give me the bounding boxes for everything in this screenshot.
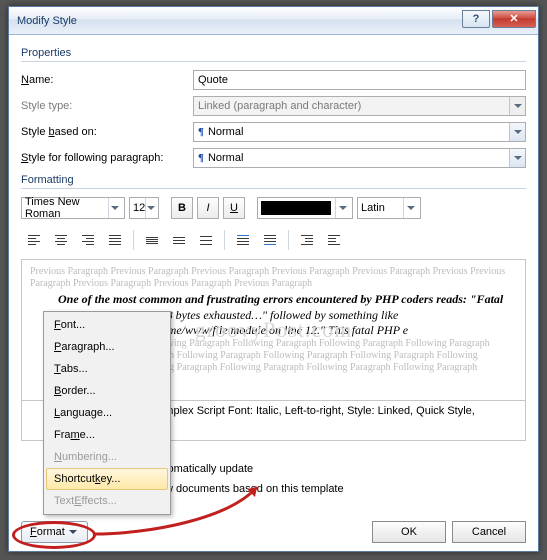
based-on-value: Normal xyxy=(208,126,243,138)
following-combo[interactable]: ¶Normal xyxy=(193,148,526,168)
menu-frame[interactable]: Frame... xyxy=(46,424,168,446)
menu-border[interactable]: Border... xyxy=(46,380,168,402)
line-spacing-2-icon[interactable] xyxy=(193,229,219,251)
indent-increase-icon[interactable] xyxy=(321,229,347,251)
chevron-down-icon xyxy=(69,530,77,534)
window-title: Modify Style xyxy=(17,15,458,27)
preview-prev-text: Previous Paragraph Previous Paragraph Pr… xyxy=(30,266,517,290)
menu-text-effects: Text Effects... xyxy=(46,490,168,512)
menu-tabs[interactable]: Tabs... xyxy=(46,358,168,380)
paragraph-toolbar xyxy=(21,227,526,253)
italic-button[interactable]: I xyxy=(197,197,219,219)
based-on-combo[interactable]: ¶Normal xyxy=(193,122,526,142)
formatting-group-label: Formatting xyxy=(21,174,526,186)
new-documents-radio[interactable]: New documents based on this template xyxy=(151,483,344,495)
font-color-combo[interactable] xyxy=(257,197,353,219)
style-type-label: Style type: xyxy=(21,100,193,112)
align-left-icon[interactable] xyxy=(21,229,47,251)
menu-shortcut-key[interactable]: Shortcut key... xyxy=(46,468,168,490)
chevron-down-icon xyxy=(509,123,525,141)
underline-button[interactable]: U xyxy=(223,197,245,219)
align-justify-icon[interactable] xyxy=(102,229,128,251)
menu-numbering: Numbering... xyxy=(46,446,168,468)
line-spacing-15-icon[interactable] xyxy=(166,229,192,251)
align-right-icon[interactable] xyxy=(75,229,101,251)
preview-sample-1: One of the most common and frustrating e… xyxy=(30,292,517,306)
line-spacing-1-icon[interactable] xyxy=(139,229,165,251)
align-center-icon[interactable] xyxy=(48,229,74,251)
space-before-dec-icon[interactable] xyxy=(257,229,283,251)
language-combo[interactable]: Latin xyxy=(357,197,421,219)
following-label: Style for following paragraph: xyxy=(21,152,193,164)
following-value: Normal xyxy=(208,152,243,164)
properties-group-label: Properties xyxy=(21,47,526,59)
indent-decrease-icon[interactable] xyxy=(294,229,320,251)
close-button[interactable]: ✕ xyxy=(492,10,536,28)
bold-button[interactable]: B xyxy=(171,197,193,219)
help-button[interactable]: ? xyxy=(462,10,490,28)
space-before-inc-icon[interactable] xyxy=(230,229,256,251)
format-menu: Font... Paragraph... Tabs... Border... L… xyxy=(43,311,171,515)
font-size-combo[interactable]: 12 xyxy=(129,197,159,219)
format-button[interactable]: Format xyxy=(21,521,88,543)
formatting-toolbar: Times New Roman 12 B I U Latin xyxy=(21,197,526,219)
ok-button[interactable]: OK xyxy=(372,521,446,543)
cancel-button[interactable]: Cancel xyxy=(452,521,526,543)
menu-language[interactable]: Language... xyxy=(46,402,168,424)
name-input[interactable] xyxy=(193,70,526,90)
chevron-down-icon xyxy=(509,149,525,167)
font-family-combo[interactable]: Times New Roman xyxy=(21,197,125,219)
style-type-combo: Linked (paragraph and character) xyxy=(193,96,526,116)
modify-style-dialog: Modify Style ? ✕ Properties Name: Style … xyxy=(8,6,539,552)
name-label: Name: xyxy=(21,74,193,86)
menu-paragraph[interactable]: Paragraph... xyxy=(46,336,168,358)
menu-font[interactable]: Font... xyxy=(46,314,168,336)
based-on-label: Style based on: xyxy=(21,126,193,138)
style-type-value: Linked (paragraph and character) xyxy=(198,100,361,112)
titlebar: Modify Style ? ✕ xyxy=(9,7,538,35)
